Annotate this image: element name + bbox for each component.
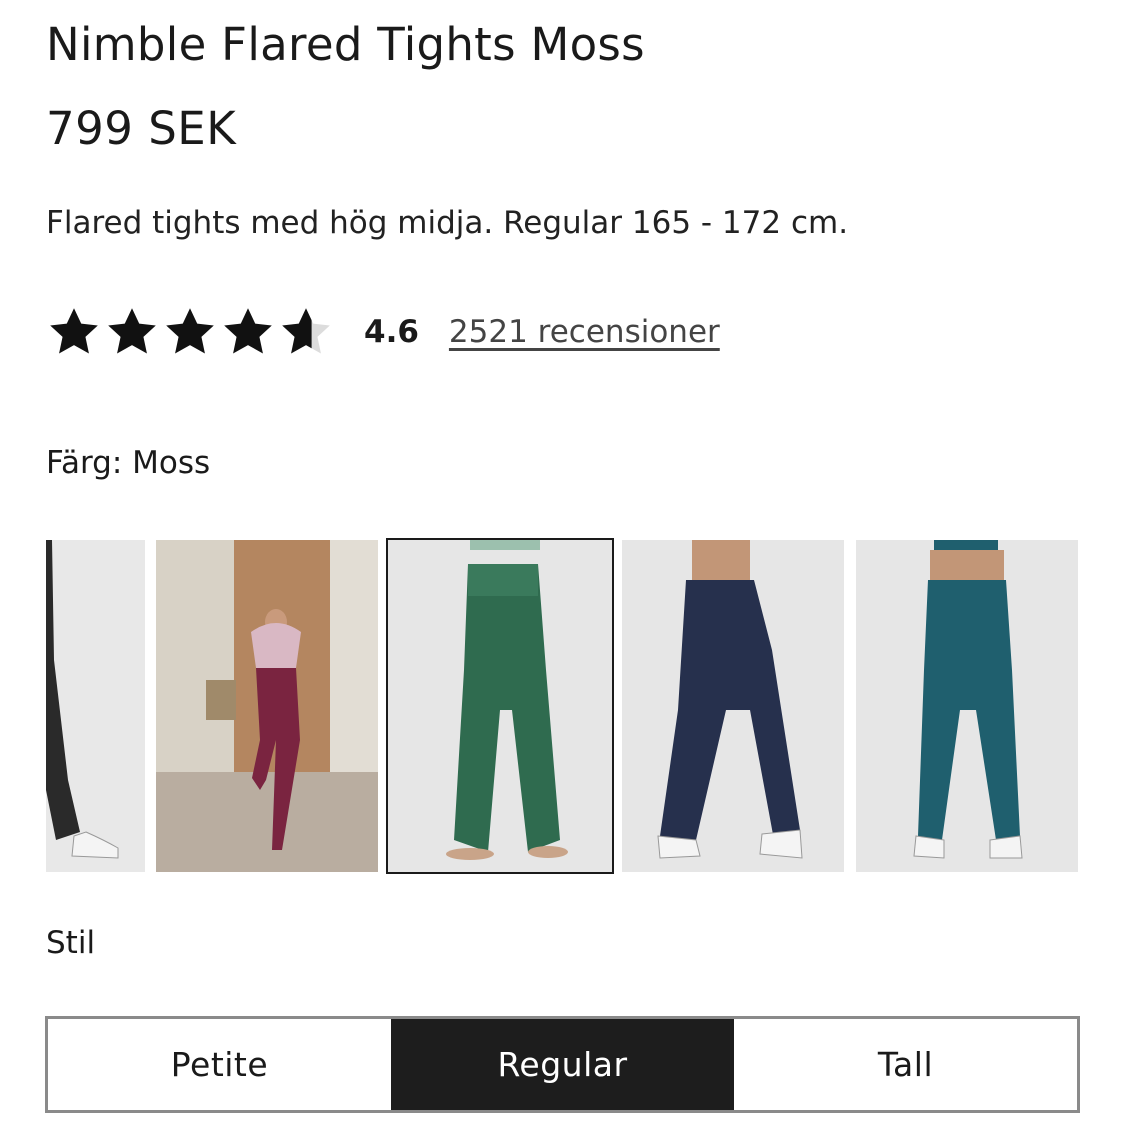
style-selector: Petite Regular Tall [45, 1016, 1080, 1113]
color-swatch-black[interactable] [46, 540, 145, 872]
rating-value: 4.6 [364, 314, 419, 350]
star-icon [224, 308, 272, 354]
color-swatch-navy[interactable] [622, 540, 844, 872]
color-swatch-teal[interactable] [856, 540, 1078, 872]
style-option-regular[interactable]: Regular [391, 1019, 734, 1110]
style-label: Stil [46, 925, 96, 961]
product-price: 799 SEK [46, 102, 237, 155]
star-rating [46, 304, 334, 360]
product-title: Nimble Flared Tights Moss [46, 18, 645, 71]
style-option-petite[interactable]: Petite [48, 1019, 391, 1110]
product-description: Flared tights med hög midja. Regular 165… [46, 205, 849, 241]
color-swatch-moss[interactable] [386, 538, 614, 874]
star-icon [108, 308, 156, 354]
color-label: Färg: Moss [46, 445, 211, 481]
star-icon [50, 308, 98, 354]
style-option-tall[interactable]: Tall [734, 1019, 1077, 1110]
color-swatch-carousel[interactable] [46, 538, 1080, 874]
rating-row: 4.6 2521 recensioner [46, 300, 720, 364]
color-swatch-burgundy[interactable] [156, 540, 378, 872]
partial-star-icon [282, 308, 330, 354]
reviews-link[interactable]: 2521 recensioner [449, 314, 720, 350]
star-icon [166, 308, 214, 354]
